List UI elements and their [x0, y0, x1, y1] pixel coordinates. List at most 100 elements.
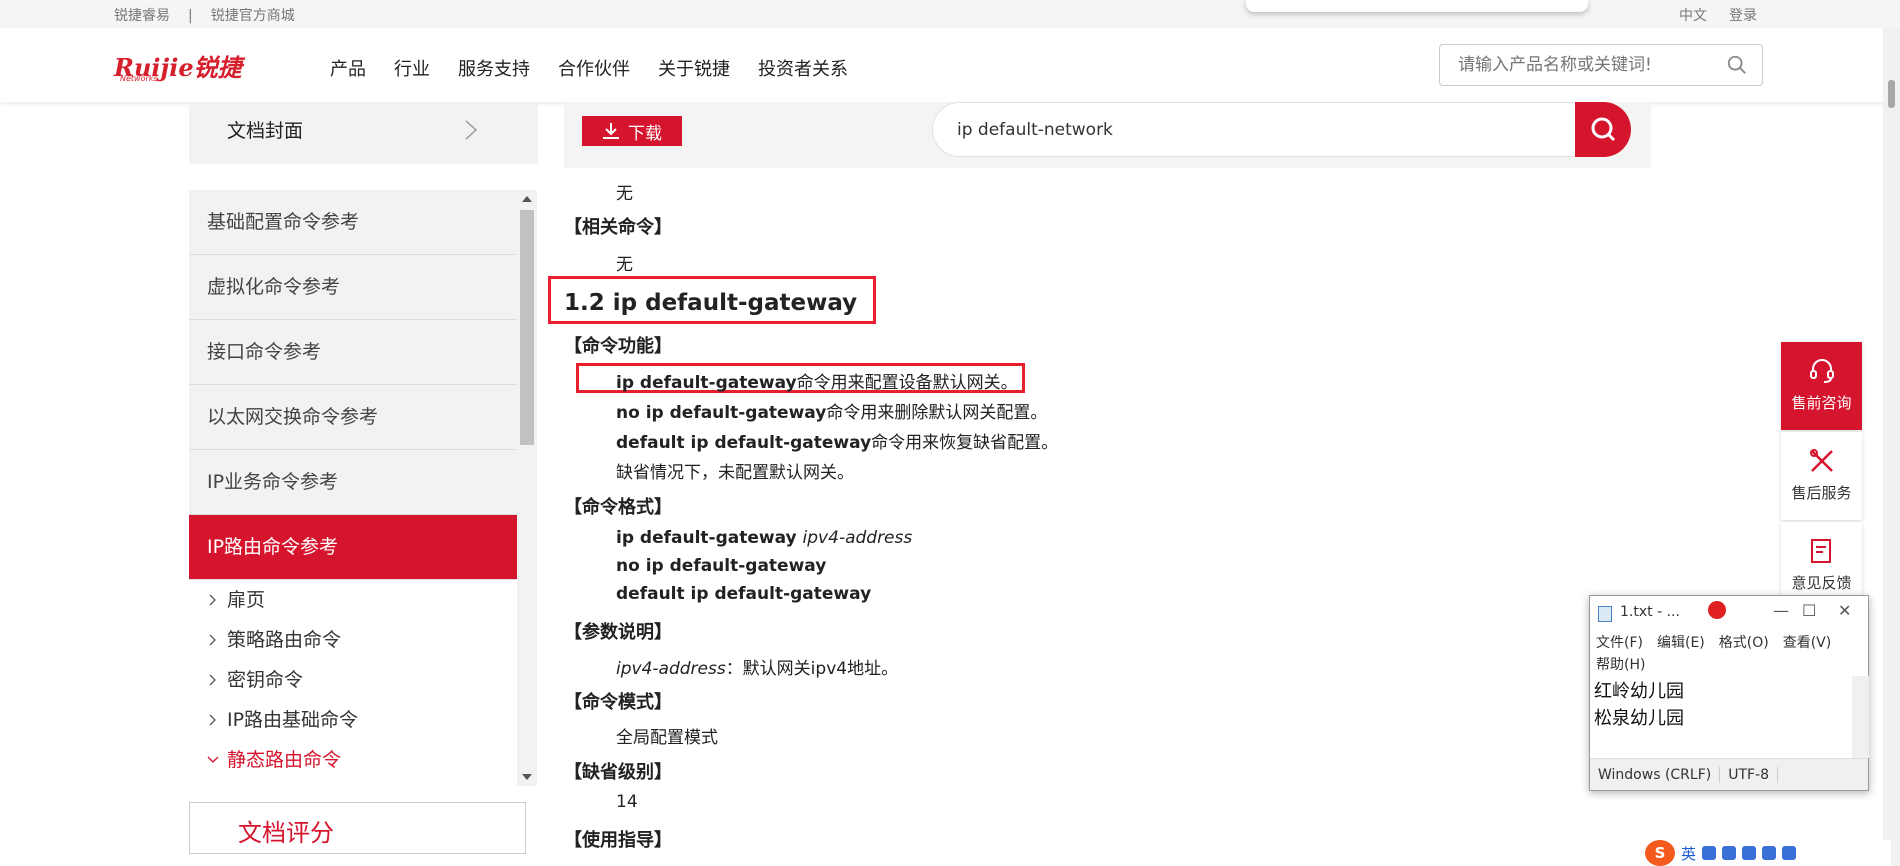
tools-icon — [1809, 449, 1833, 472]
menu-support[interactable]: 服务支持 — [458, 55, 530, 81]
notepad-window[interactable]: 1.txt - ... — ☐ ✕ 文件(F) 编辑(E) 格式(O) 查看(V) 帮… — [1589, 595, 1869, 791]
sidebar-item-virtualization[interactable]: 虚拟化命令参考 — [189, 255, 517, 320]
link-store[interactable]: 锐捷官方商城 — [211, 8, 295, 24]
sub-item-title-page[interactable]: 扉页 — [189, 580, 517, 620]
menu-edit[interactable]: 编辑(E) — [1657, 635, 1705, 651]
doc-rating-button[interactable]: 文档评分 — [189, 802, 526, 854]
menu-file[interactable]: 文件(F) — [1596, 635, 1643, 651]
sidebar-item-ip-routing[interactable]: IP路由命令参考 — [189, 515, 517, 580]
chevron-right-icon — [209, 594, 216, 606]
doc-text: 全局配置模式 — [616, 728, 718, 748]
doc-search-button[interactable] — [1575, 102, 1631, 157]
sidebar-scrollbar[interactable] — [517, 190, 537, 786]
command-name: ip default-gateway — [616, 373, 797, 393]
doc-text: 无 — [616, 255, 633, 275]
doc-rating-label: 文档评分 — [238, 819, 334, 847]
page-scrollbar-thumb[interactable] — [1888, 80, 1895, 108]
command-desc: 命令用来删除默认网关配置。 — [826, 403, 1048, 423]
doc-cover-link[interactable]: 文档封面 — [189, 102, 538, 164]
search-icon — [1591, 117, 1616, 142]
sub-item-policy-routing[interactable]: 策略路由命令 — [189, 620, 517, 660]
notepad-title: 1.txt - ... — [1620, 604, 1680, 620]
presales-label: 售前咨询 — [1791, 394, 1852, 412]
doc-search-input[interactable] — [933, 103, 1533, 156]
aftersales-label: 售后服务 — [1791, 484, 1852, 502]
feedback-label: 意见反馈 — [1791, 574, 1852, 592]
service-sidebar: 售前咨询 售后服务 意见反馈 — [1781, 342, 1862, 612]
scroll-up-arrow[interactable] — [522, 196, 532, 202]
command-name: no ip default-gateway — [616, 403, 827, 423]
scrollbar-thumb[interactable] — [520, 210, 534, 445]
doc-cover-label: 文档封面 — [227, 120, 304, 142]
ime-language[interactable]: 英 — [1681, 843, 1696, 864]
heading-default-level: 【缺省级别】 — [564, 762, 672, 783]
sub-item-ip-routing-basic[interactable]: IP路由基础命令 — [189, 700, 517, 740]
status-encoding: UTF-8 — [1720, 766, 1779, 783]
sidebar-doc-tree: 基础配置命令参考 虚拟化命令参考 接口命令参考 以太网交换命令参考 IP业务命令… — [189, 190, 517, 786]
chevron-right-icon — [465, 120, 478, 140]
doc-line: ip default-gateway命令用来配置设备默认网关。 — [616, 368, 1018, 393]
sub-item-key-chain[interactable]: 密钥命令 — [189, 660, 517, 700]
presales-consult-button[interactable]: 售前咨询 — [1781, 342, 1862, 430]
notepad-statusbar: Windows (CRLF) UTF-8 — [1590, 758, 1868, 790]
keyboard-icon[interactable] — [1742, 846, 1757, 860]
sub-item-static-routing[interactable]: 静态路由命令 — [189, 740, 517, 780]
edit-note-icon — [1810, 539, 1831, 563]
menu-view[interactable]: 查看(V) — [1783, 635, 1832, 651]
menu-format[interactable]: 格式(O) — [1719, 635, 1769, 651]
chevron-right-icon — [209, 714, 216, 726]
sub-item-label: 静态路由命令 — [227, 749, 342, 771]
heading-parameters: 【参数说明】 — [564, 622, 672, 643]
page-scrollbar[interactable] — [1883, 28, 1900, 866]
ruijie-logo[interactable]: Ruijie锐捷 Networks — [114, 48, 254, 83]
menu-products[interactable]: 产品 — [330, 55, 366, 81]
download-icon — [603, 123, 619, 139]
chevron-down-icon — [207, 756, 219, 763]
sidebar-item-basic-config[interactable]: 基础配置命令参考 — [189, 190, 517, 255]
language-selector[interactable]: 中文 — [1679, 5, 1707, 25]
microphone-icon[interactable] — [1722, 846, 1737, 860]
ime-logo[interactable]: S — [1645, 840, 1675, 866]
doc-text: 无 — [616, 184, 633, 204]
notepad-icon — [1598, 606, 1612, 622]
login-link[interactable]: 登录 — [1729, 5, 1757, 25]
skin-icon[interactable] — [1762, 846, 1777, 860]
aftersales-service-button[interactable]: 售后服务 — [1781, 432, 1862, 520]
heading-command-format: 【命令格式】 — [564, 497, 672, 518]
download-label: 下载 — [628, 123, 662, 144]
pin-icon — [1708, 601, 1726, 619]
command-desc: 命令用来恢复缺省配置。 — [871, 433, 1059, 453]
menu-partners[interactable]: 合作伙伴 — [558, 55, 630, 81]
site-search-input[interactable] — [1440, 45, 1700, 85]
ime-toolbar: S 英 — [1641, 840, 1891, 866]
text-line: 红岭幼儿园 — [1594, 681, 1684, 702]
search-icon[interactable] — [1726, 54, 1748, 76]
punctuation-icon[interactable] — [1702, 846, 1717, 860]
menu-about[interactable]: 关于锐捷 — [658, 55, 730, 81]
doc-search-box — [932, 102, 1600, 157]
chevron-right-icon — [209, 634, 216, 646]
command-arg: ipv4-address — [802, 528, 913, 548]
top-links: 锐捷睿易 | 锐捷官方商城 — [114, 5, 313, 25]
download-button[interactable]: 下载 — [582, 116, 682, 146]
sidebar-item-ethernet-switching[interactable]: 以太网交换命令参考 — [189, 385, 517, 450]
notepad-scrollbar[interactable] — [1852, 676, 1869, 758]
heading-command-function: 【命令功能】 — [564, 336, 672, 357]
maximize-button[interactable]: ☐ — [1802, 601, 1816, 620]
close-button[interactable]: ✕ — [1838, 601, 1851, 620]
menu-investors[interactable]: 投资者关系 — [758, 55, 848, 81]
sidebar-item-ip-services[interactable]: IP业务命令参考 — [189, 450, 517, 515]
menu-help[interactable]: 帮助(H) — [1596, 657, 1645, 673]
notepad-text-area[interactable]: 红岭幼儿园 松泉幼儿园 — [1590, 676, 1852, 758]
toolbox-icon[interactable] — [1782, 846, 1797, 860]
doc-line: default ip default-gateway — [616, 584, 871, 604]
notepad-titlebar[interactable]: 1.txt - ... — ☐ ✕ — [1590, 596, 1868, 630]
scroll-down-arrow[interactable] — [522, 774, 532, 780]
menu-industry[interactable]: 行业 — [394, 55, 430, 81]
top-right: 中文 登录 — [1679, 5, 1757, 25]
minimize-button[interactable]: — — [1773, 601, 1789, 620]
sidebar-item-interface[interactable]: 接口命令参考 — [189, 320, 517, 385]
link-ruiyi[interactable]: 锐捷睿易 — [114, 8, 170, 24]
doc-line: no ip default-gateway命令用来删除默认网关配置。 — [616, 398, 1047, 423]
doc-line: no ip default-gateway — [616, 556, 826, 576]
